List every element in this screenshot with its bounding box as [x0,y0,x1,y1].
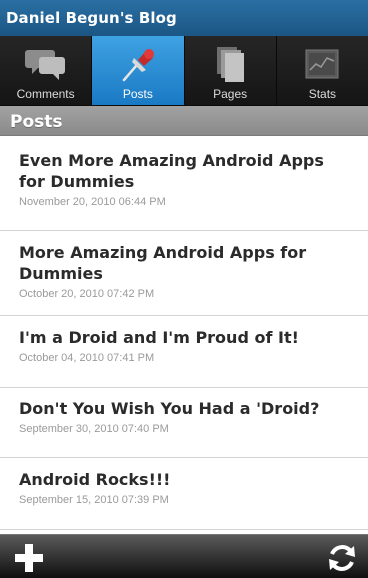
tab-posts[interactable]: Posts [92,36,185,105]
post-title: Even More Amazing Android Apps for Dummi… [19,151,324,191]
comments-icon [24,50,65,80]
tab-label: Comments [16,87,75,101]
post-date: September 15, 2010 07:39 PM [19,494,169,506]
tab-comments[interactable]: Comments [0,36,93,105]
section-header: Posts [0,106,368,136]
pushpin-icon [122,49,154,82]
plus-icon[interactable] [12,541,46,575]
post-title: More Amazing Android Apps for Dummies [19,243,307,283]
pages-icon [217,47,245,82]
refresh-icon[interactable] [326,542,358,574]
app-title-bar: Daniel Begun's Blog [0,0,368,36]
bottom-toolbar [0,534,368,578]
post-item[interactable]: I'm a Droid and I'm Proud of It! October… [0,316,368,388]
tab-stats[interactable]: Stats [276,36,368,105]
post-date: September 30, 2010 07:40 PM [19,423,169,435]
tab-label: Stats [308,87,337,101]
post-title: Android Rocks!!! [19,470,171,489]
post-item[interactable]: Don't You Wish You Had a 'Droid? Septemb… [0,388,368,458]
tab-label: Pages [213,87,248,101]
post-item[interactable]: More Amazing Android Apps for Dummies Oc… [0,231,368,316]
tab-bar: Comments Posts Pages Stats [0,36,368,106]
tab-pages[interactable]: Pages [184,36,277,105]
post-date: November 20, 2010 06:44 PM [19,196,166,208]
post-list[interactable]: Even More Amazing Android Apps for Dummi… [0,137,368,534]
app-title: Daniel Begun's Blog [6,9,177,27]
post-title: I'm a Droid and I'm Proud of It! [19,328,299,347]
post-title: Don't You Wish You Had a 'Droid? [19,399,320,418]
post-item[interactable]: Android Rocks!!! September 15, 2010 07:3… [0,458,368,530]
post-item[interactable]: Even More Amazing Android Apps for Dummi… [0,137,368,231]
post-date: October 20, 2010 07:42 PM [19,288,155,300]
stats-icon [305,49,339,79]
post-date: October 04, 2010 07:41 PM [19,352,155,364]
tab-label: Posts [122,87,153,101]
section-title: Posts [10,112,63,132]
